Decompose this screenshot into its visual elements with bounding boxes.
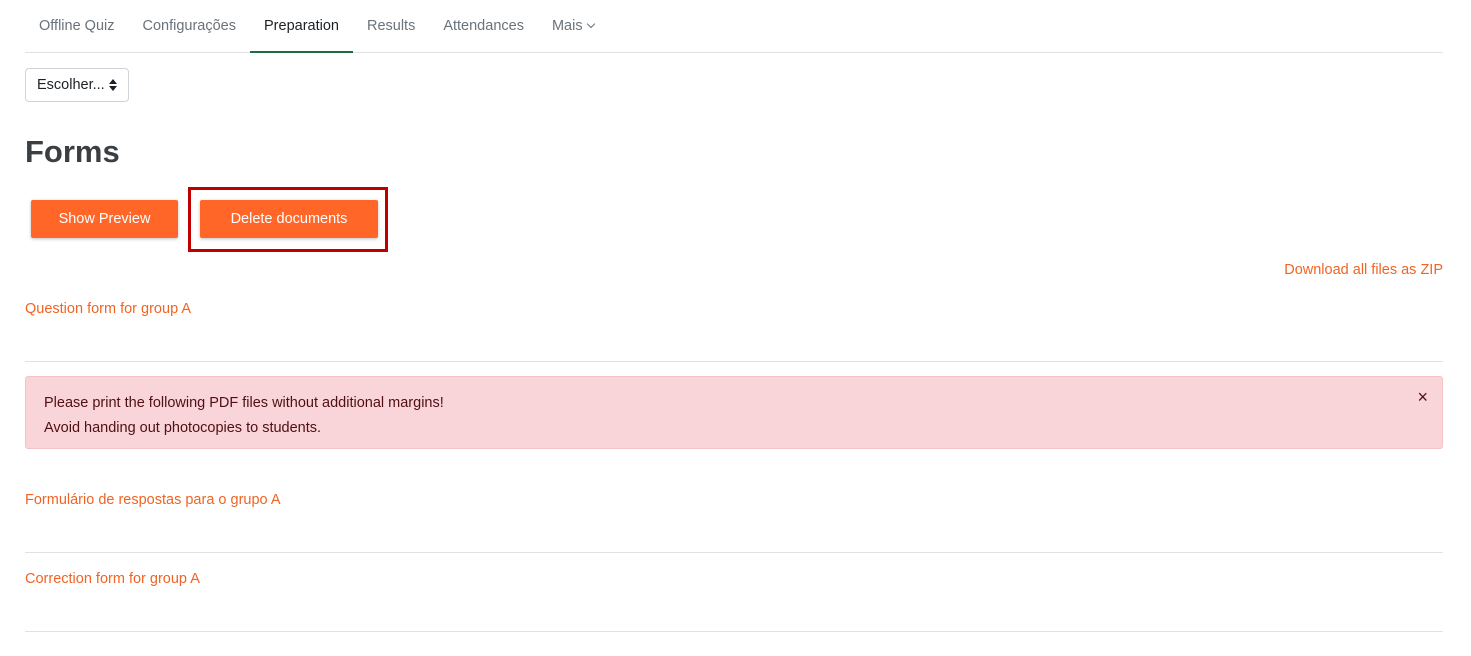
tab-attendances[interactable]: Attendances: [429, 0, 538, 52]
close-icon[interactable]: ×: [1417, 387, 1428, 407]
divider: [25, 361, 1443, 362]
tab-more-label: Mais: [551, 18, 583, 34]
download-zip-link[interactable]: Download all files as ZIP: [1284, 262, 1443, 278]
tab-results[interactable]: Results: [353, 0, 429, 52]
delete-documents-button[interactable]: Delete documents: [200, 200, 378, 238]
tab-offline-quiz[interactable]: Offline Quiz: [25, 0, 129, 52]
secondary-navigation: Offline Quiz Configurações Preparation R…: [25, 0, 1443, 53]
alert-line-1: Please print the following PDF files wit…: [44, 395, 444, 411]
page-title: Forms: [25, 134, 120, 169]
tab-more[interactable]: Mais: [538, 0, 608, 52]
print-warning-alert: Please print the following PDF files wit…: [25, 376, 1443, 449]
tab-configuracoes[interactable]: Configurações: [129, 0, 251, 52]
divider: [25, 631, 1443, 632]
answer-form-link[interactable]: Formulário de respostas para o grupo A: [25, 492, 281, 508]
page-select[interactable]: Escolher...: [25, 68, 129, 102]
page-select-value: Escolher...: [37, 77, 105, 93]
divider: [25, 552, 1443, 553]
alert-line-2: Avoid handing out photocopies to student…: [44, 420, 322, 436]
correction-form-link[interactable]: Correction form for group A: [25, 571, 200, 587]
show-preview-button[interactable]: Show Preview: [31, 200, 178, 238]
question-form-link[interactable]: Question form for group A: [25, 301, 191, 317]
chevron-down-icon: [586, 19, 595, 29]
sort-caret-icon: [109, 79, 117, 92]
tab-preparation[interactable]: Preparation: [250, 0, 353, 53]
